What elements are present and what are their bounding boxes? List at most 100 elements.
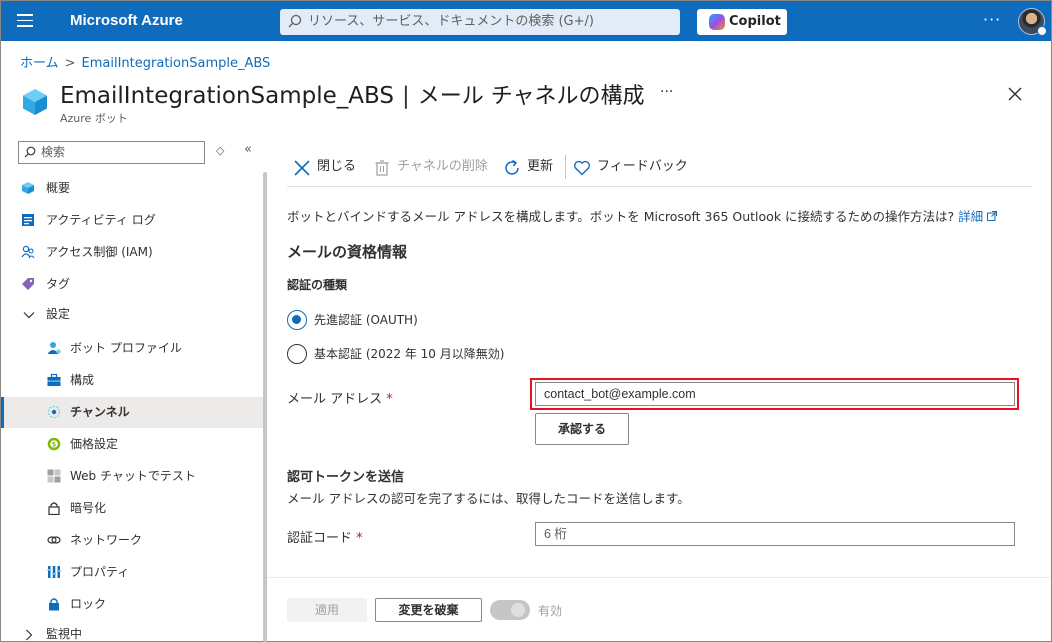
global-search-placeholder: リソース、サービス、ドキュメントの検索 (G+/) xyxy=(308,14,594,29)
token-section-title: 認可トークンを送信 xyxy=(287,470,405,485)
nav-item-label: タグ xyxy=(46,277,71,291)
collapse-nav-icon[interactable]: « xyxy=(244,142,252,157)
nav-item-pricing[interactable]: $ 価格設定 xyxy=(1,429,263,460)
nav-item-properties[interactable]: プロパティ xyxy=(1,557,263,588)
nav-item-tags[interactable]: タグ xyxy=(1,269,263,300)
radio-oauth-label: 先進認証 (OAUTH) xyxy=(314,313,418,327)
webchat-icon xyxy=(47,469,61,483)
delete-channel-button[interactable]: チャネルの削除 xyxy=(373,151,493,183)
radio-checked-icon xyxy=(287,310,307,330)
nav-group-label: 設定 xyxy=(46,307,71,321)
toolbox-icon xyxy=(47,373,61,386)
command-separator xyxy=(565,155,566,179)
nav-item-label: チャンネル xyxy=(70,405,130,419)
close-button[interactable]: 閉じる xyxy=(293,151,361,183)
nav-item-label: 構成 xyxy=(70,373,95,387)
feedback-label: フィードバック xyxy=(597,159,688,174)
refresh-label: 更新 xyxy=(527,159,554,174)
nav-item-webchat-test[interactable]: Web チャットでテスト xyxy=(1,461,263,492)
radio-unchecked-icon xyxy=(287,344,307,364)
title-more-icon[interactable]: ··· xyxy=(660,84,673,100)
radio-oauth[interactable]: 先進認証 (OAUTH) xyxy=(287,310,437,330)
nav-item-configuration[interactable]: 構成 xyxy=(1,365,263,396)
radio-basic[interactable]: 基本認証 (2022 年 10 月以降無効) xyxy=(287,344,517,364)
tag-icon xyxy=(22,278,34,290)
brand-title[interactable]: Microsoft Azure xyxy=(70,12,183,29)
nav-item-label: 暗号化 xyxy=(70,501,107,515)
breadcrumb: ホーム > EmailIntegrationSample_ABS xyxy=(20,52,270,71)
svg-text:$: $ xyxy=(52,441,56,449)
nav-item-label: Web チャットでテスト xyxy=(70,469,196,483)
email-label-text: メール アドレス xyxy=(287,392,383,407)
feedback-button[interactable]: フィードバック xyxy=(573,151,693,183)
nav-item-label: ロック xyxy=(70,597,107,611)
breadcrumb-home[interactable]: ホーム xyxy=(20,56,59,71)
breadcrumb-current[interactable]: EmailIntegrationSample_ABS xyxy=(82,56,271,71)
copilot-icon xyxy=(709,14,725,30)
nav-item-label: プロパティ xyxy=(70,565,130,579)
enabled-label: 有効 xyxy=(538,604,563,618)
nav-group-settings[interactable]: 設定 xyxy=(1,299,263,330)
enabled-toggle[interactable] xyxy=(490,600,530,620)
page-title: EmailIntegrationSample_ABS | メール チャネルの構成 xyxy=(60,78,645,110)
avatar[interactable] xyxy=(1018,8,1047,36)
pricing-icon: $ xyxy=(47,437,61,451)
copilot-button[interactable]: Copilot xyxy=(697,9,787,35)
verification-code-input[interactable]: 6 桁 xyxy=(535,522,1015,546)
close-label: 閉じる xyxy=(317,159,357,174)
hamburger-menu-icon[interactable] xyxy=(17,14,33,28)
radio-basic-label: 基本認証 (2022 年 10 月以降無効) xyxy=(314,347,505,361)
search-icon xyxy=(24,146,36,158)
nav-search-placeholder: 検索 xyxy=(41,145,66,159)
heart-icon xyxy=(574,160,590,176)
nav-item-activity-log[interactable]: アクティビティ ログ xyxy=(1,205,263,236)
more-icon[interactable]: ··· xyxy=(983,10,1001,29)
breadcrumb-separator: > xyxy=(64,56,76,71)
network-icon xyxy=(47,536,61,544)
nav-item-label: 概要 xyxy=(46,181,71,195)
nav-group-monitoring[interactable]: 監視中 xyxy=(1,619,263,642)
resource-name: EmailIntegrationSample_ABS xyxy=(60,83,394,109)
activity-log-icon xyxy=(22,214,34,226)
nav-item-iam[interactable]: アクセス制御 (IAM) xyxy=(1,237,263,268)
global-search-input[interactable]: リソース、サービス、ドキュメントの検索 (G+/) xyxy=(280,9,680,35)
top-bar: Microsoft Azure リソース、サービス、ドキュメントの検索 (G+/… xyxy=(1,1,1051,41)
lock-badge-icon xyxy=(1037,26,1047,36)
lock-icon xyxy=(49,598,59,611)
discard-changes-button[interactable]: 変更を破棄 xyxy=(375,598,482,622)
nav-group-label: 監視中 xyxy=(46,627,83,641)
nav-item-label: ネットワーク xyxy=(70,533,143,547)
approve-button[interactable]: 承認する xyxy=(535,413,629,445)
email-label: メール アドレス * xyxy=(287,388,393,407)
nav-item-encryption[interactable]: 暗号化 xyxy=(1,493,263,524)
cube-icon xyxy=(22,182,34,194)
nav-scrollbar[interactable] xyxy=(263,172,267,642)
learn-more-label: 詳細 xyxy=(958,209,984,224)
nav-search-input[interactable]: 検索 xyxy=(18,141,205,164)
copilot-label: Copilot xyxy=(729,14,781,29)
apply-button[interactable]: 適用 xyxy=(287,598,367,622)
learn-more-link[interactable]: 詳細 xyxy=(958,209,998,224)
nav-item-label: アクセス制御 (IAM) xyxy=(46,245,153,259)
external-link-icon xyxy=(987,211,998,221)
nav-item-bot-profile[interactable]: ボット プロファイル xyxy=(1,333,263,364)
properties-icon xyxy=(47,566,61,578)
token-description: メール アドレスの認可を完了するには、取得したコードを送信します。 xyxy=(287,491,690,506)
section-title: メールの資格情報 xyxy=(287,243,408,261)
nav-item-overview[interactable]: 概要 xyxy=(1,173,263,204)
nav-item-locks[interactable]: ロック xyxy=(1,589,263,620)
required-mark: * xyxy=(386,392,393,407)
email-field[interactable]: contact_bot@example.com xyxy=(535,382,1015,406)
close-icon xyxy=(294,160,310,176)
bot-profile-icon xyxy=(47,342,61,354)
sort-icon[interactable]: ◇ xyxy=(216,144,224,157)
bot-resource-icon xyxy=(23,89,47,115)
code-label-text: 認証コード xyxy=(287,531,353,546)
nav-item-label: ボット プロファイル xyxy=(70,341,182,355)
refresh-button[interactable]: 更新 xyxy=(503,151,559,183)
close-blade-icon[interactable] xyxy=(1006,85,1024,103)
delete-channel-label: チャネルの削除 xyxy=(397,159,488,174)
nav-item-channels[interactable]: チャンネル xyxy=(1,397,263,428)
delete-icon xyxy=(375,160,389,176)
nav-item-network[interactable]: ネットワーク xyxy=(1,525,263,556)
